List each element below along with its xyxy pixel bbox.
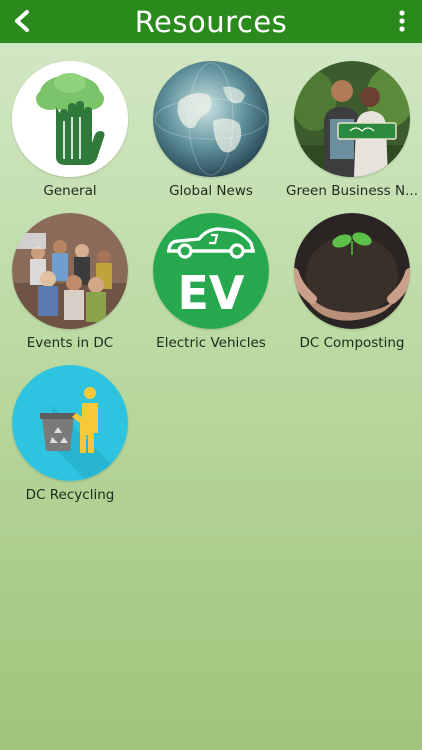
events-dc-thumb bbox=[12, 213, 128, 329]
recycle-bin-icon bbox=[12, 365, 128, 481]
globe-icon bbox=[153, 61, 269, 177]
dc-composting-thumb bbox=[294, 213, 410, 329]
more-vertical-icon bbox=[399, 10, 405, 32]
tile-green-business[interactable]: Green Business N... bbox=[282, 61, 422, 199]
tile-general[interactable]: General bbox=[0, 61, 140, 199]
tile-label: DC Composting bbox=[299, 335, 405, 351]
shop-owners-photo bbox=[294, 61, 410, 177]
global-news-thumb bbox=[153, 61, 269, 177]
tile-label: Electric Vehicles bbox=[156, 335, 266, 351]
more-menu-button[interactable] bbox=[394, 8, 410, 34]
back-chevron-icon bbox=[15, 10, 29, 32]
tile-label: Global News bbox=[169, 183, 253, 199]
app-bar: Resources bbox=[0, 0, 422, 43]
tile-label: DC Recycling bbox=[25, 487, 115, 503]
ev-text: EV bbox=[177, 266, 244, 320]
tile-events-dc[interactable]: Events in DC bbox=[0, 213, 140, 351]
tile-label: General bbox=[43, 183, 97, 199]
tree-hand-icon bbox=[12, 61, 128, 177]
back-button[interactable] bbox=[8, 6, 36, 36]
tile-global-news[interactable]: Global News bbox=[141, 61, 281, 199]
general-thumb bbox=[12, 61, 128, 177]
green-business-thumb bbox=[294, 61, 410, 177]
tile-dc-recycling[interactable]: DC Recycling bbox=[0, 365, 140, 503]
page-title: Resources bbox=[134, 4, 288, 39]
tile-label: Green Business N... bbox=[286, 183, 418, 199]
tile-electric-vehicles[interactable]: EV Electric Vehicles bbox=[141, 213, 281, 351]
ev-car-icon: EV bbox=[153, 213, 269, 329]
tile-dc-composting[interactable]: DC Composting bbox=[282, 213, 422, 351]
dc-recycling-thumb bbox=[12, 365, 128, 481]
crowd-photo bbox=[12, 213, 128, 329]
soil-sprout-photo bbox=[294, 213, 410, 329]
electric-vehicles-thumb: EV bbox=[153, 213, 269, 329]
tile-label: Events in DC bbox=[26, 335, 114, 351]
